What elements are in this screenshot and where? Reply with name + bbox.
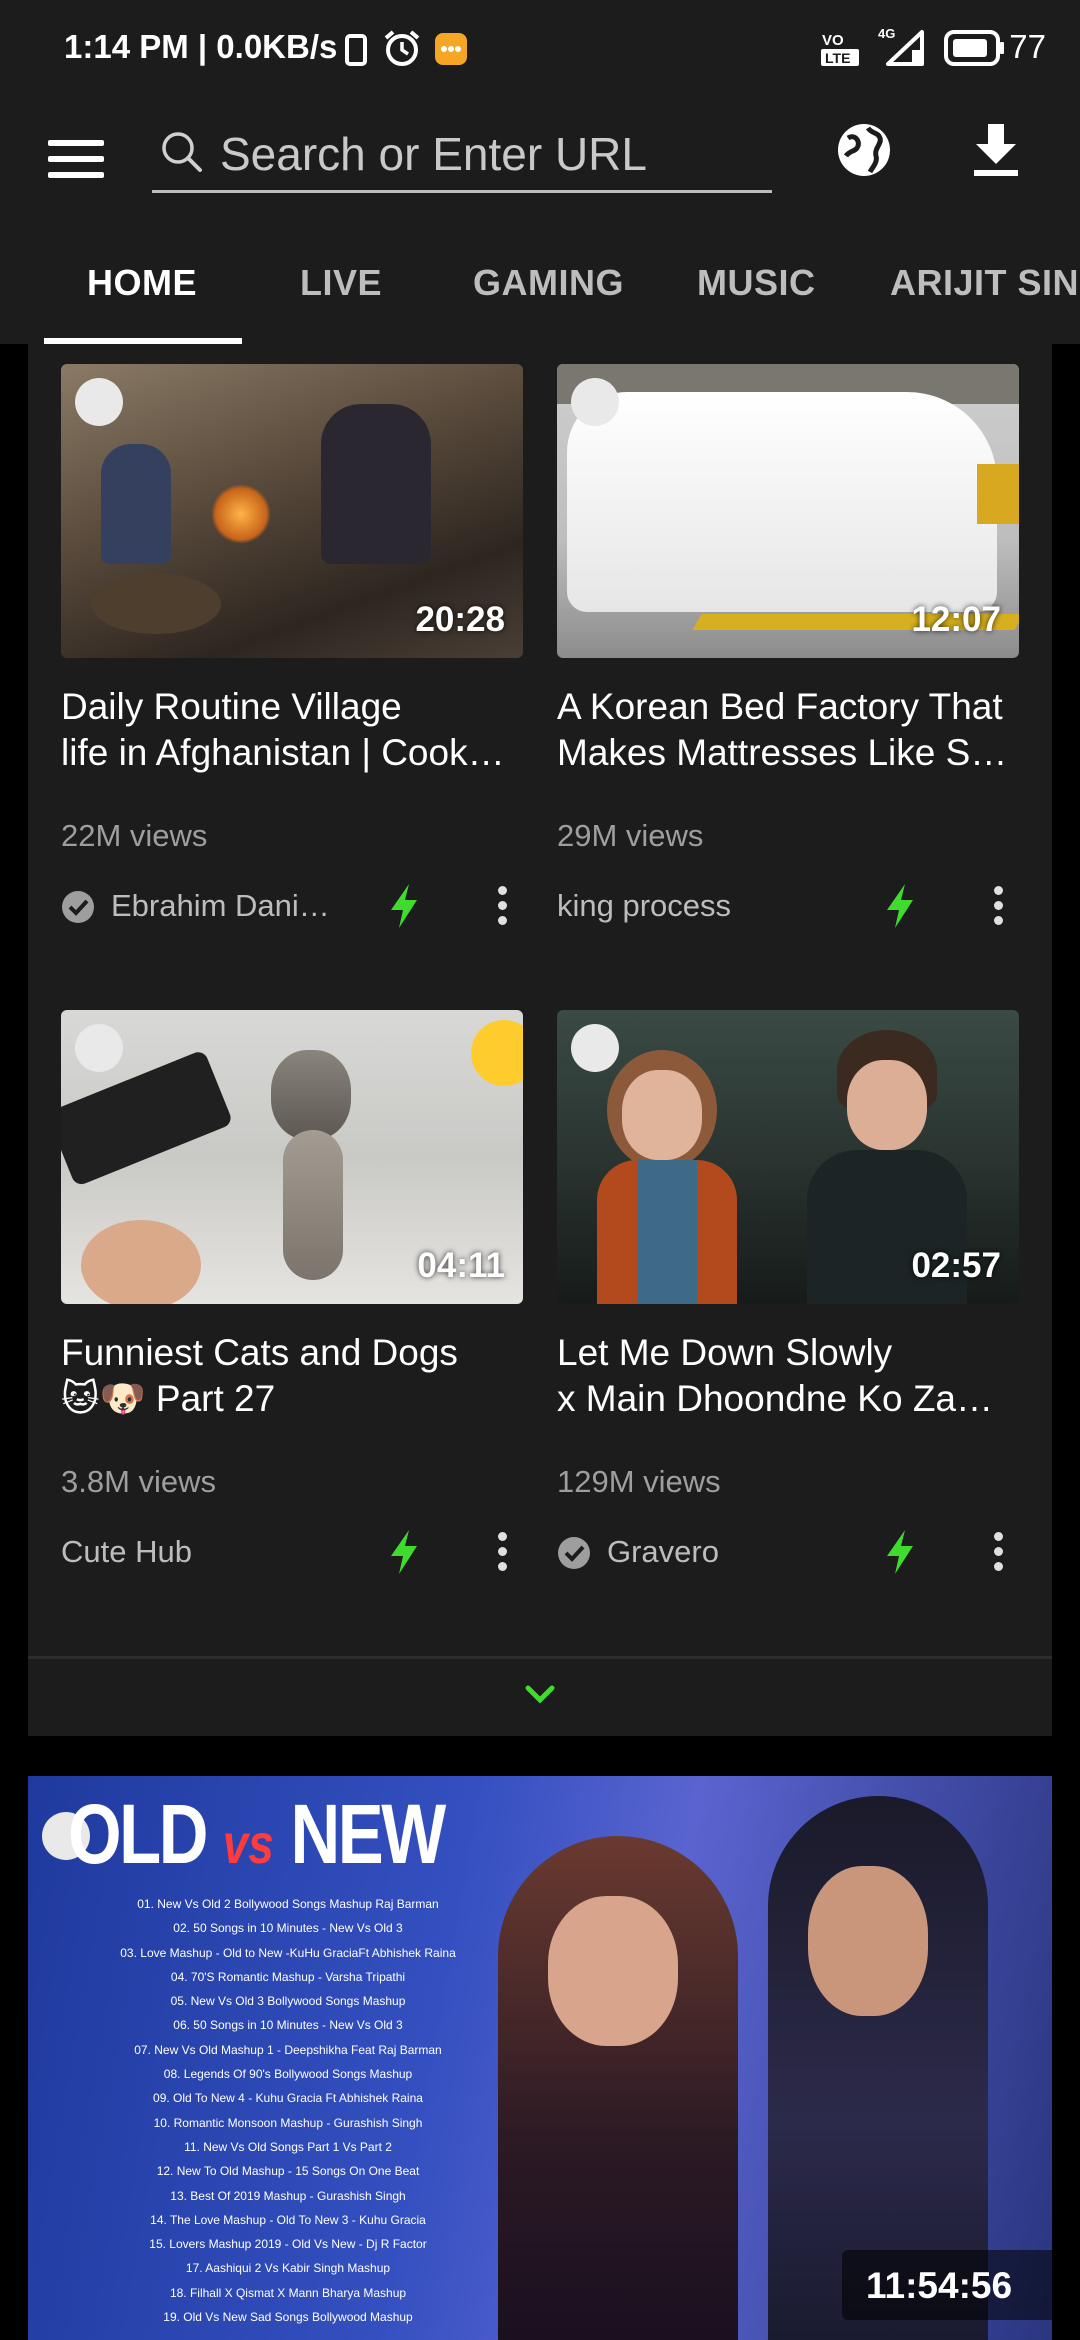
signal-icon: 4G <box>878 26 924 66</box>
volte-icon: VO LTE <box>821 32 859 66</box>
featured-title-art: OLD vs NEW <box>68 1787 446 1881</box>
vibrate-icon <box>345 34 367 66</box>
search-bar[interactable] <box>152 120 772 193</box>
notification-app-icon <box>435 33 467 65</box>
video-title[interactable]: A Korean Bed Factory That Makes Mattress… <box>557 684 1019 776</box>
video-title[interactable]: Daily Routine Village life in Afghanista… <box>61 684 523 776</box>
tab-bar: HOME LIVE GAMING MUSIC ARIJIT SIN <box>0 234 1080 344</box>
video-duration: 20:28 <box>415 600 505 639</box>
video-grid: 20:28 Daily Routine Village life in Afgh… <box>28 344 1052 1736</box>
video-title[interactable]: Funniest Cats and Dogs 🐱🐶 Part 27 <box>61 1330 523 1422</box>
featured-tracklist: 01. New Vs Old 2 Bollywood Songs Mashup … <box>120 1897 456 2325</box>
tab-gaming[interactable]: GAMING <box>473 262 624 304</box>
video-duration: 11:54:56 <box>842 2250 1052 2320</box>
channel-row: Gravero <box>557 1530 1019 1574</box>
channel-name[interactable]: Gravero <box>607 1534 857 1570</box>
video-views: 3.8M views <box>61 1464 217 1499</box>
video-views: 22M views <box>61 818 208 853</box>
video-title[interactable]: Let Me Down Slowly x Main Dhoondne Ko Za… <box>557 1330 1019 1422</box>
video-views: 129M views <box>557 1464 721 1499</box>
video-thumbnail[interactable]: 12:07 <box>557 364 1019 658</box>
tab-arijit-singh[interactable]: ARIJIT SIN <box>890 262 1079 304</box>
channel-row: Cute Hub <box>61 1530 523 1574</box>
more-options-button[interactable] <box>491 884 515 928</box>
select-checkbox[interactable] <box>571 378 619 426</box>
search-input[interactable] <box>218 124 762 184</box>
tab-home[interactable]: HOME <box>87 262 197 304</box>
search-icon <box>162 132 202 172</box>
fast-download-icon[interactable] <box>389 884 419 928</box>
video-views: 29M views <box>557 818 704 853</box>
fast-download-icon[interactable] <box>885 1530 915 1574</box>
menu-button[interactable] <box>48 130 108 190</box>
tab-live[interactable]: LIVE <box>300 262 382 304</box>
svg-text:LTE: LTE <box>825 50 850 66</box>
svg-text:4G: 4G <box>878 26 895 41</box>
globe-icon[interactable] <box>834 120 894 180</box>
channel-row: Ebrahim Dani… <box>61 884 523 928</box>
alarm-icon <box>384 30 420 66</box>
tab-music[interactable]: MUSIC <box>697 262 816 304</box>
verified-icon <box>558 1537 590 1569</box>
fast-download-icon[interactable] <box>885 884 915 928</box>
channel-name[interactable]: Ebrahim Dani… <box>111 888 361 924</box>
verified-icon <box>62 891 94 923</box>
fast-download-icon[interactable] <box>389 1530 419 1574</box>
status-time: 1:14 PM | 0.0KB/s <box>64 28 338 65</box>
more-options-button[interactable] <box>987 884 1011 928</box>
download-icon[interactable] <box>968 120 1024 180</box>
select-checkbox[interactable] <box>75 1024 123 1072</box>
divider <box>28 1656 1052 1659</box>
battery-icon <box>944 30 1004 66</box>
featured-video[interactable]: OLD vs NEW 01. New Vs Old 2 Bollywood So… <box>28 1776 1052 2340</box>
battery-level: 77 <box>1009 28 1046 65</box>
channel-name[interactable]: Cute Hub <box>61 1534 361 1570</box>
channel-row: king process <box>557 884 1019 928</box>
select-checkbox[interactable] <box>571 1024 619 1072</box>
channel-name[interactable]: king process <box>557 888 857 924</box>
more-options-button[interactable] <box>491 1530 515 1574</box>
video-thumbnail[interactable]: 02:57 <box>557 1010 1019 1304</box>
status-bar: 1:14 PM | 0.0KB/s VO LTE 4G 77 <box>0 0 1080 96</box>
video-duration: 12:07 <box>911 600 1001 639</box>
video-duration: 04:11 <box>417 1246 505 1285</box>
chevron-down-icon[interactable] <box>520 1682 560 1708</box>
more-options-button[interactable] <box>987 1530 1011 1574</box>
svg-text:VO: VO <box>822 32 844 49</box>
video-duration: 02:57 <box>911 1246 1001 1285</box>
video-thumbnail[interactable]: 04:11 <box>61 1010 523 1304</box>
video-thumbnail[interactable]: 20:28 <box>61 364 523 658</box>
select-checkbox[interactable] <box>75 378 123 426</box>
toolbar <box>0 96 1080 234</box>
